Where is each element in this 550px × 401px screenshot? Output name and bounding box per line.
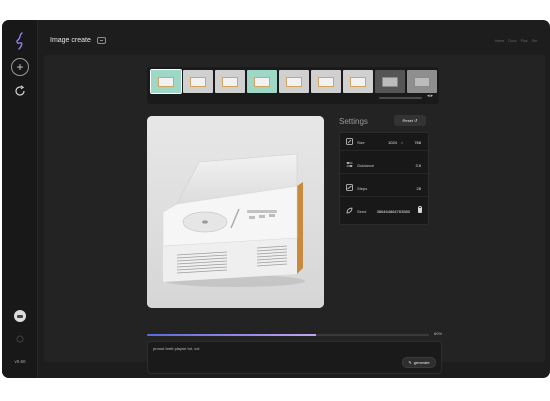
top-nav-item[interactable]: Sm xyxy=(532,39,537,43)
size-icon xyxy=(346,138,353,145)
reset-label: Reset xyxy=(402,118,413,123)
thumbnail-strip: ◂▸ xyxy=(147,67,439,104)
setting-guidance: Guidance 3.5 xyxy=(340,156,430,174)
thumbnail[interactable] xyxy=(150,69,182,94)
guidance-value[interactable]: 3.5 xyxy=(415,163,421,168)
thumbnail[interactable] xyxy=(215,70,245,93)
guidance-icon xyxy=(346,162,353,167)
thumbnail[interactable] xyxy=(311,70,341,93)
size-times: × xyxy=(401,140,404,145)
top-nav-item[interactable]: Docs xyxy=(508,39,516,43)
user-avatar[interactable] xyxy=(14,310,26,322)
sparkle-icon: ✎ xyxy=(408,360,412,365)
steps-value[interactable]: 28 xyxy=(417,186,421,191)
top-nav: Home Docs Plus Sm xyxy=(495,39,537,43)
setting-label: Size xyxy=(357,140,365,145)
settings-title: Settings xyxy=(339,117,368,126)
strip-scrollbar[interactable] xyxy=(379,97,422,99)
thumbnail[interactable] xyxy=(279,70,309,93)
settings-list: Size 1024 × 768 Guidance 3.5 Steps 28 Se… xyxy=(339,132,430,225)
setting-size: Size 1024 × 768 xyxy=(340,133,430,151)
prompt-box: ✎ generate xyxy=(147,341,442,374)
lock-icon[interactable] xyxy=(418,206,422,213)
workspace: ◂▸ Settings Reset ↺ Size 1024 × 768 Guid… xyxy=(44,55,545,362)
refresh-icon xyxy=(15,85,25,96)
setting-label: Steps xyxy=(357,186,368,191)
seed-icon xyxy=(346,207,353,214)
settings-rail-button[interactable] xyxy=(14,333,26,345)
generate-label: generate xyxy=(413,360,430,365)
left-rail: + v0.60 xyxy=(2,20,38,378)
top-nav-item[interactable]: Plus xyxy=(521,39,528,43)
progress-fill xyxy=(147,334,317,336)
steps-icon xyxy=(346,184,353,191)
prompt-input[interactable] xyxy=(153,346,393,351)
seed-value[interactable]: 386464864763580 xyxy=(377,209,410,214)
app-window: + v0.60 Image create Home Docs Plus Sm ◂… xyxy=(2,20,550,378)
thumbnail[interactable] xyxy=(247,70,277,93)
setting-label: Seed xyxy=(357,209,367,214)
new-image-button[interactable]: + xyxy=(11,58,29,76)
generate-button[interactable]: ✎ generate xyxy=(402,357,436,368)
title-badge-icon[interactable] xyxy=(97,37,106,44)
settings-panel: Settings Reset ↺ Size 1024 × 768 Guidanc… xyxy=(339,114,433,227)
version-label: v0.60 xyxy=(14,359,26,364)
reset-icon: ↺ xyxy=(414,118,418,123)
generated-image-preview[interactable] xyxy=(147,116,324,308)
progress-label: 60% xyxy=(434,331,443,336)
gear-icon xyxy=(16,335,24,343)
thumbnail[interactable] xyxy=(183,70,213,93)
reset-button[interactable]: Reset ↺ xyxy=(394,115,426,126)
setting-label: Guidance xyxy=(357,163,375,168)
top-bar: Image create Home Docs Plus Sm xyxy=(38,20,550,54)
thumbnail[interactable] xyxy=(375,70,405,93)
setting-seed: Seed 386464864763580 xyxy=(340,202,430,220)
thumbnail[interactable] xyxy=(407,70,437,93)
setting-steps: Steps 28 xyxy=(340,179,430,197)
top-nav-item[interactable]: Home xyxy=(495,39,505,43)
thumbnail[interactable] xyxy=(343,70,373,93)
history-button[interactable] xyxy=(11,82,29,100)
plus-icon: + xyxy=(16,60,24,74)
size-height-input[interactable]: 768 xyxy=(414,140,421,145)
strip-arrows-icon[interactable]: ◂▸ xyxy=(427,93,434,99)
size-width-input[interactable]: 1024 xyxy=(388,140,397,145)
record-player-image xyxy=(147,116,324,308)
page-title: Image create xyxy=(50,37,91,44)
brand-logo-icon xyxy=(16,32,23,50)
generation-progress xyxy=(147,334,429,336)
